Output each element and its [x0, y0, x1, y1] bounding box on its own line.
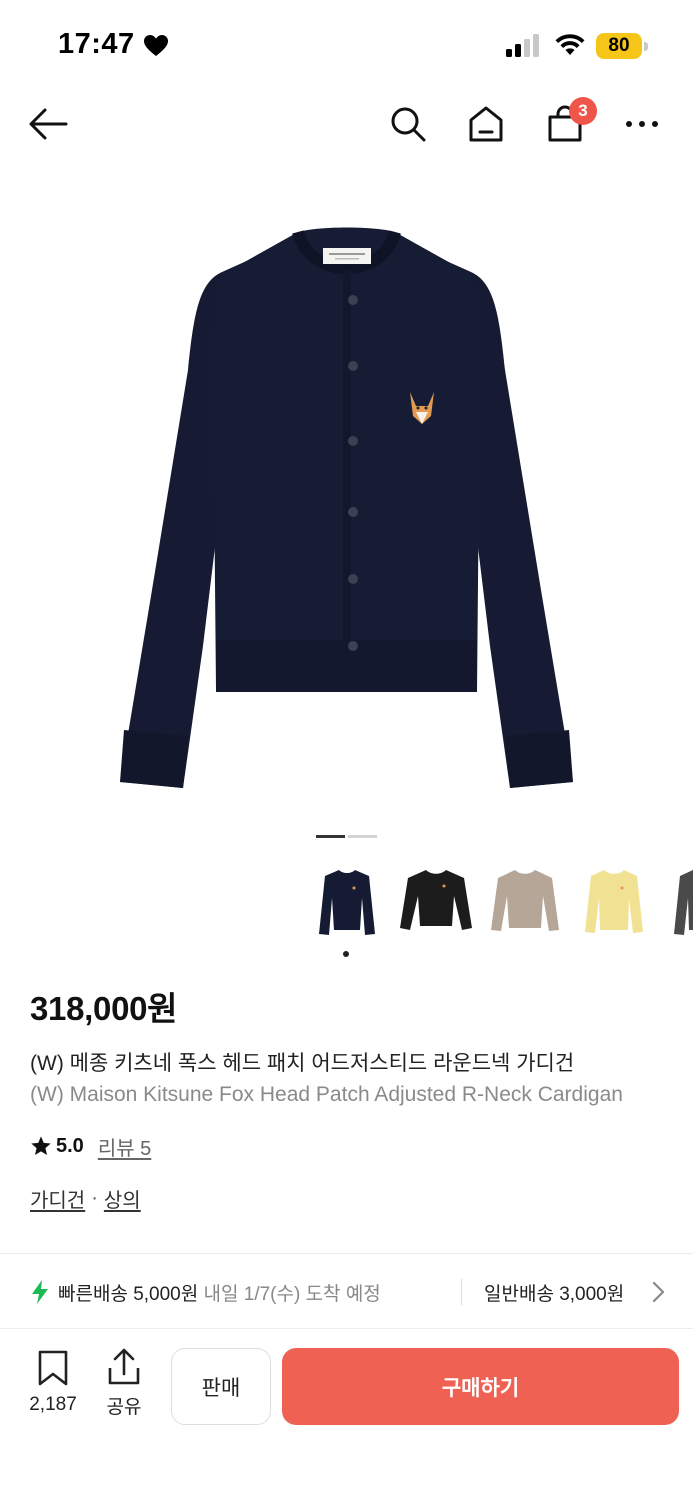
product-title-korean: (W) 메종 키츠네 폭스 헤드 패치 어드저스티드 라운드넥 가디건: [30, 1052, 575, 1075]
wifi-icon: [555, 34, 585, 55]
thumbnail-cardigan-yellow: [585, 870, 643, 933]
color-thumbnails: [300, 858, 693, 968]
category-link-tops[interactable]: 상의: [104, 1184, 141, 1213]
lightning-icon: [32, 1280, 48, 1304]
thumbnail-black[interactable]: [394, 858, 478, 942]
status-time: 17:47: [58, 28, 135, 60]
home-button[interactable]: [464, 102, 508, 146]
status-bar: 17:47 80: [0, 0, 693, 92]
thumbnail-cardigan-black: [400, 870, 472, 930]
product-image[interactable]: [0, 170, 693, 820]
search-icon: [391, 107, 426, 142]
cellular-signal-icon: [506, 34, 539, 57]
shipping-divider: [461, 1279, 462, 1305]
thumbnail-cardigan-charcoal: [674, 870, 693, 935]
sell-button[interactable]: 판매: [171, 1348, 271, 1425]
pager-indicator: [348, 835, 377, 838]
chevron-right-icon: [652, 1281, 665, 1303]
share-label: 공유: [106, 1397, 142, 1418]
fast-delivery: 빠른배송 5,000원 내일 1/7(수) 도착 예정: [58, 1279, 381, 1306]
battery-level: 80: [608, 35, 630, 56]
fast-delivery-label: 빠른배송 5,000원: [58, 1284, 199, 1305]
battery-indicator: 80: [596, 33, 648, 59]
more-button[interactable]: [620, 102, 664, 146]
product-title-english: (W) Maison Kitsune Fox Head Patch Adjust…: [30, 1083, 623, 1106]
shipping-options[interactable]: 빠른배송 5,000원 내일 1/7(수) 도착 예정 일반배송 3,000원: [0, 1262, 693, 1320]
section-divider: [0, 1253, 693, 1254]
share-icon: [108, 1348, 140, 1385]
bookmark-count: 2,187: [29, 1394, 77, 1415]
thumbnail-navy[interactable]: [305, 858, 389, 942]
bookmark-button[interactable]: 2,187: [24, 1350, 82, 1416]
share-button[interactable]: 공유: [98, 1348, 150, 1419]
thumbnail-yellow[interactable]: [572, 858, 656, 942]
search-button[interactable]: [386, 102, 430, 146]
more-dots-icon: [626, 121, 658, 127]
battery-tip: [644, 42, 648, 51]
thumbnail-beige[interactable]: [483, 858, 567, 942]
standard-delivery-label: 일반배송 3,000원: [484, 1284, 625, 1305]
home-icon: [469, 106, 503, 142]
arrow-left-icon: [29, 108, 68, 140]
thumbnail-charcoal[interactable]: [661, 858, 693, 942]
thumbnail-cardigan-navy: [319, 870, 375, 935]
rating-row: 5.0 리뷰 5: [30, 1132, 151, 1160]
category-breadcrumb: 가디건 · 상의: [30, 1184, 141, 1213]
review-link[interactable]: 리뷰 5: [98, 1132, 151, 1161]
section-divider: [0, 1328, 693, 1329]
pager-indicator-active: [316, 835, 345, 838]
category-link-cardigan[interactable]: 가디건: [30, 1184, 85, 1213]
back-button[interactable]: [26, 102, 70, 146]
rating-score: 5.0: [56, 1134, 84, 1157]
cart-count-badge: 3: [569, 97, 597, 125]
fast-delivery-eta: 내일 1/7(수) 도착 예정: [203, 1284, 381, 1305]
product-price: 318,000원: [30, 990, 178, 1027]
cardigan-illustration: [120, 227, 573, 788]
bottom-action-bar: 2,187 공유 판매 구매하기: [0, 1330, 693, 1500]
star-icon: [31, 1136, 51, 1155]
heart-icon: [144, 35, 168, 56]
buy-button[interactable]: 구매하기: [282, 1348, 679, 1425]
selected-thumbnail-dot: [343, 951, 349, 957]
thumbnail-cardigan-beige: [491, 870, 559, 931]
category-separator: ·: [91, 1187, 98, 1209]
bookmark-icon: [38, 1350, 68, 1386]
image-pager: [316, 835, 378, 839]
